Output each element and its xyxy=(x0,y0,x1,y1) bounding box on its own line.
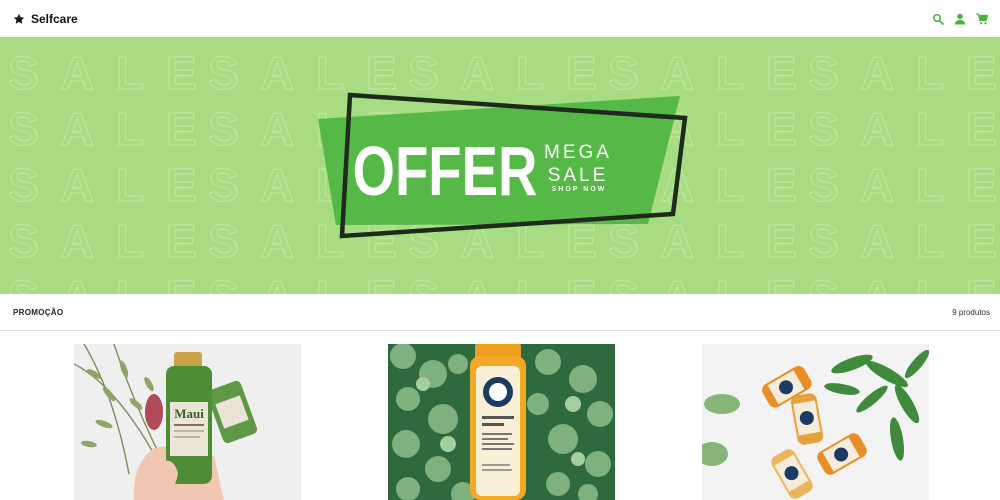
bg-sale-text: SALE xyxy=(408,47,619,99)
product-image: Maui xyxy=(74,344,301,500)
bg-sale-text: SALE xyxy=(808,159,1000,211)
header-actions xyxy=(932,12,988,25)
user-icon[interactable] xyxy=(954,13,966,25)
svg-text:Maui: Maui xyxy=(174,406,204,421)
shop-now-text: SHOP NOW xyxy=(552,186,607,193)
bg-sale-text: SALE xyxy=(608,47,819,99)
bg-sale-text: SALE xyxy=(8,159,219,211)
banner-graphic: SALE SALE SALE SALE SALE SALE SALE SALE … xyxy=(7,46,1000,294)
product-count: 9 produtos xyxy=(952,307,990,317)
bg-sale-text: SALE xyxy=(8,271,219,294)
site-header: Selfcare xyxy=(0,0,1000,37)
bg-sale-text: SALE xyxy=(808,271,1000,294)
star-icon xyxy=(13,13,25,24)
section-header: PROMOÇÃO 9 produtos xyxy=(0,294,1000,331)
bg-sale-text: SALE xyxy=(208,271,419,294)
product-card[interactable]: Maui xyxy=(74,344,301,500)
offer-headline: OFFER xyxy=(352,133,537,211)
cart-icon[interactable] xyxy=(976,12,988,25)
brand-logo[interactable]: Selfcare xyxy=(13,12,78,26)
promo-banner[interactable]: SALE SALE SALE SALE SALE SALE SALE SALE … xyxy=(0,37,1000,294)
product-card[interactable] xyxy=(388,344,615,500)
product-card[interactable] xyxy=(702,344,929,500)
bg-sale-text: SALE xyxy=(808,47,1000,99)
brand-name: Selfcare xyxy=(31,11,78,26)
mega-text: MEGA xyxy=(544,142,612,163)
bg-sale-text: SALE xyxy=(808,215,1000,267)
search-icon[interactable] xyxy=(932,13,944,25)
bg-sale-text: SALE xyxy=(8,215,219,267)
bg-sale-text: SALE xyxy=(208,47,419,99)
product-image xyxy=(388,344,615,500)
bg-sale-text: SALE xyxy=(408,271,619,294)
product-image xyxy=(702,344,929,500)
bg-sale-text: SALE xyxy=(808,103,1000,155)
bg-sale-text: SALE xyxy=(608,271,819,294)
bg-sale-text: SALE xyxy=(8,47,219,99)
section-title: PROMOÇÃO xyxy=(13,307,64,317)
bg-sale-text: SALE xyxy=(8,103,219,155)
sale-text: SALE xyxy=(548,165,609,186)
